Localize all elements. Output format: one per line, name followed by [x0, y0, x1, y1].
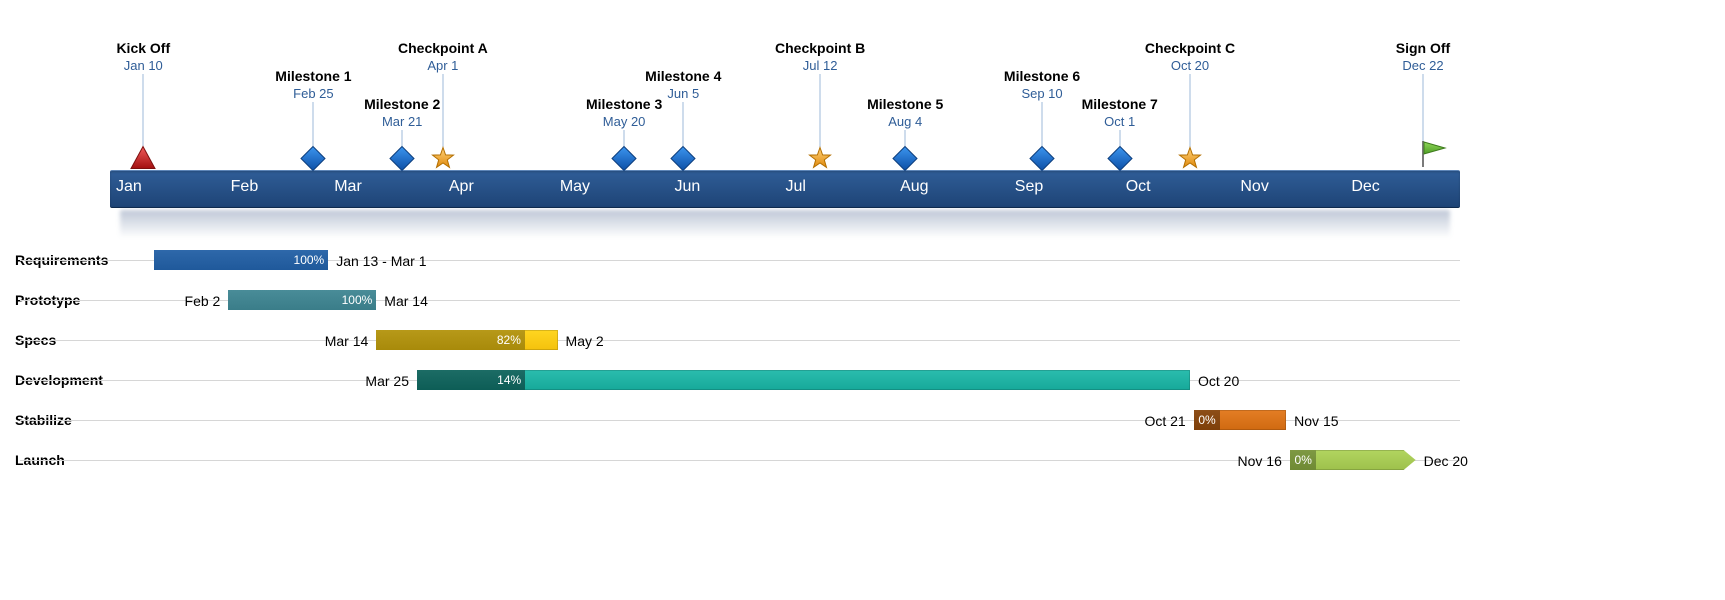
task-end-label: Mar 14	[384, 293, 428, 309]
task-pct: 82%	[497, 333, 521, 347]
milestone-label: Milestone 2 Mar 21	[364, 96, 440, 129]
task-pct: 0%	[1198, 413, 1215, 427]
flag-icon	[1419, 139, 1447, 172]
milestone-stem	[1042, 102, 1043, 150]
task-row: DevelopmentMar 2514%Oct 20	[0, 370, 1725, 390]
task-bar	[417, 370, 1190, 390]
milestone-title: Milestone 2	[364, 96, 440, 112]
task-pct: 100%	[294, 253, 325, 267]
diamond-icon	[1028, 145, 1056, 176]
month-label: Aug	[900, 178, 928, 196]
milestone-date: May 20	[586, 114, 662, 129]
milestone-date: Aug 4	[867, 114, 943, 129]
milestone-date: Oct 1	[1082, 114, 1158, 129]
milestone-stem	[683, 102, 684, 150]
task-start-label: Oct 21	[1144, 413, 1185, 429]
month-label: Jan	[116, 178, 142, 196]
month-label: Jul	[785, 178, 805, 196]
task-row: SpecsMar 1482%May 2	[0, 330, 1725, 350]
milestone-date: Apr 1	[398, 58, 488, 73]
milestone-label: Checkpoint C Oct 20	[1145, 40, 1235, 73]
triangle-icon	[129, 145, 157, 176]
gantt-chart: Jan Feb Mar Apr May Jun Jul Aug Sep Oct Nov Dec Kick…	[0, 0, 1725, 600]
milestone-date: Sep 10	[1004, 86, 1080, 101]
month-label: Sep	[1015, 178, 1043, 196]
task-row: LaunchNov 160%Dec 20	[0, 450, 1725, 470]
task-end-label: Nov 15	[1294, 413, 1338, 429]
month-label: Mar	[334, 178, 362, 196]
milestone-stem	[143, 74, 144, 150]
milestone-title: Checkpoint B	[775, 40, 865, 56]
diamond-icon	[388, 145, 416, 176]
diamond-icon	[1106, 145, 1134, 176]
milestone-stem	[1190, 74, 1191, 150]
milestone-title: Sign Off	[1396, 40, 1450, 56]
milestone-label: Milestone 6 Sep 10	[1004, 68, 1080, 101]
task-end-label: Oct 20	[1198, 373, 1239, 389]
milestone-date: Jan 10	[116, 58, 170, 73]
milestone-label: Checkpoint A Apr 1	[398, 40, 488, 73]
milestone-label: Checkpoint B Jul 12	[775, 40, 865, 73]
month-label: Oct	[1126, 178, 1151, 196]
milestone-stem	[820, 74, 821, 150]
task-pct: 14%	[497, 373, 521, 387]
task-row: StabilizeOct 210%Nov 15	[0, 410, 1725, 430]
star-icon	[1176, 145, 1204, 176]
milestone-title: Milestone 5	[867, 96, 943, 112]
diamond-icon	[610, 145, 638, 176]
task-pct: 0%	[1295, 453, 1312, 467]
milestone-label: Sign Off Dec 22	[1396, 40, 1450, 73]
milestone-title: Checkpoint A	[398, 40, 488, 56]
task-end-label: May 2	[566, 333, 604, 349]
diamond-icon	[669, 145, 697, 176]
task-row: Requirements100%Jan 13 - Mar 1	[0, 250, 1725, 270]
milestone-title: Milestone 6	[1004, 68, 1080, 84]
month-label: Nov	[1240, 178, 1268, 196]
task-pct: 100%	[342, 293, 373, 307]
milestone-title: Milestone 4	[645, 68, 721, 84]
diamond-icon	[299, 145, 327, 176]
month-label: Apr	[449, 178, 474, 196]
milestone-date: Mar 21	[364, 114, 440, 129]
milestone-title: Checkpoint C	[1145, 40, 1235, 56]
milestone-label: Milestone 4 Jun 5	[645, 68, 721, 101]
task-start-label: Feb 2	[185, 293, 221, 309]
star-icon	[806, 145, 834, 176]
timeline-shadow	[120, 210, 1450, 238]
milestone-date: Jul 12	[775, 58, 865, 73]
task-end-label: Jan 13 - Mar 1	[336, 253, 426, 269]
task-start-label: Mar 14	[325, 333, 369, 349]
milestone-title: Kick Off	[116, 40, 170, 56]
task-start-label: Nov 16	[1238, 453, 1282, 469]
milestone-stem	[442, 74, 443, 150]
month-label: Feb	[231, 178, 259, 196]
milestone-date: Oct 20	[1145, 58, 1235, 73]
milestone-title: Milestone 1	[275, 68, 351, 84]
milestone-label: Milestone 7 Oct 1	[1082, 96, 1158, 129]
star-icon	[429, 145, 457, 176]
milestone-label: Milestone 5 Aug 4	[867, 96, 943, 129]
milestone-date: Feb 25	[275, 86, 351, 101]
milestone-date: Dec 22	[1396, 58, 1450, 73]
milestone-date: Jun 5	[645, 86, 721, 101]
task-rule	[20, 340, 1460, 341]
milestone-stem	[313, 102, 314, 150]
diamond-icon	[891, 145, 919, 176]
task-start-label: Mar 25	[365, 373, 409, 389]
milestone-label: Milestone 1 Feb 25	[275, 68, 351, 101]
month-label: May	[560, 178, 590, 196]
month-label: Jun	[674, 178, 700, 196]
task-row: PrototypeFeb 2100%Mar 14	[0, 290, 1725, 310]
milestone-title: Milestone 7	[1082, 96, 1158, 112]
task-end-label: Dec 20	[1424, 453, 1468, 469]
month-label: Dec	[1351, 178, 1379, 196]
milestone-label: Kick Off Jan 10	[116, 40, 170, 73]
